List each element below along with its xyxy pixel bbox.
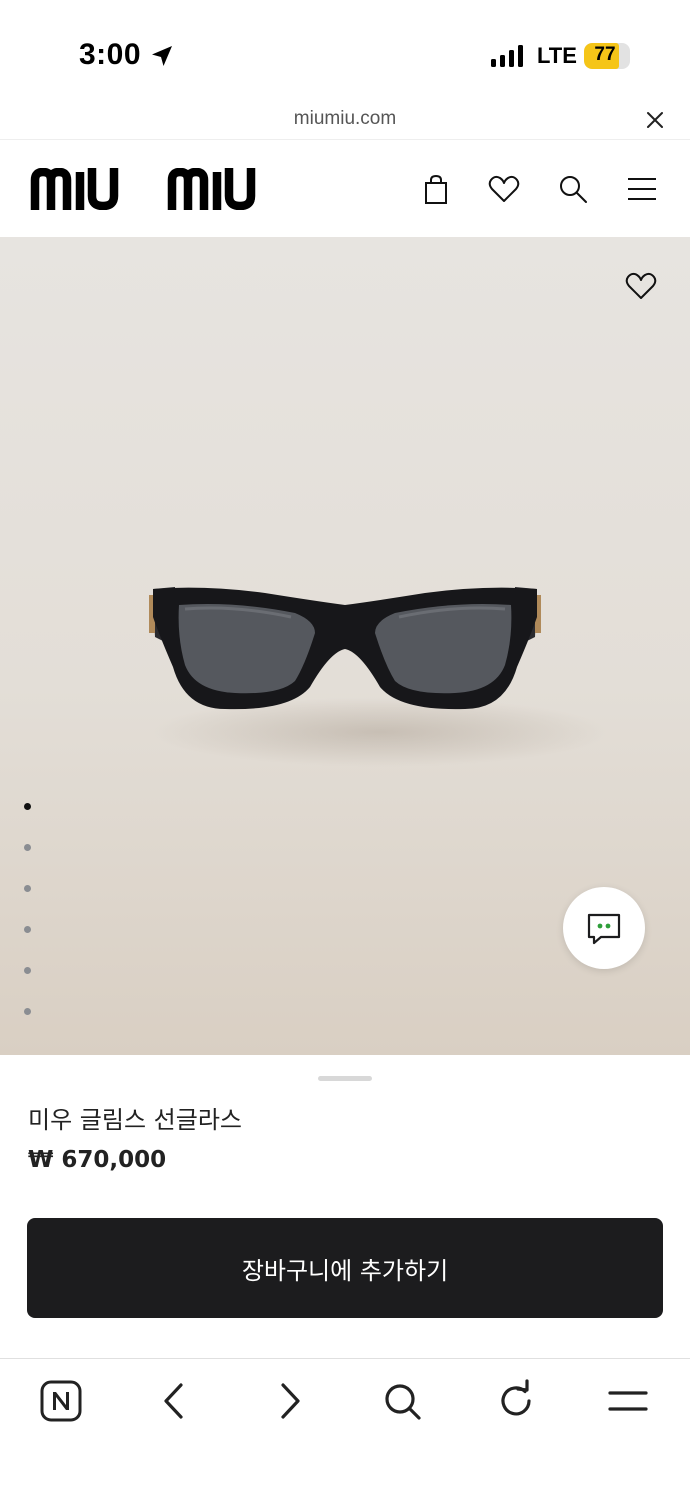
chat-bubble-icon — [587, 913, 621, 945]
add-to-cart-button[interactable]: 장바구니에 추가하기 — [27, 1218, 663, 1318]
chat-button[interactable] — [563, 887, 645, 969]
carousel-dot[interactable] — [24, 844, 31, 851]
carousel-dot[interactable] — [24, 803, 31, 810]
carousel-dot[interactable] — [24, 1008, 31, 1015]
carousel-pagination[interactable] — [24, 803, 38, 1049]
shopping-bag-icon[interactable] — [419, 172, 453, 206]
location-arrow-icon — [152, 46, 172, 66]
product-price: ₩ 670,000 — [28, 1147, 167, 1173]
close-icon[interactable] — [644, 109, 666, 131]
battery-level: 77 — [594, 44, 616, 65]
status-bar: 3:00 LTE 77 — [0, 0, 690, 100]
reload-icon[interactable] — [494, 1379, 538, 1423]
browser-toolbar — [0, 1358, 690, 1500]
search-icon[interactable] — [556, 172, 590, 206]
menu-icon[interactable] — [606, 1379, 650, 1423]
heart-icon[interactable] — [624, 269, 658, 303]
network-type: LTE — [537, 43, 577, 68]
cellular-signal-icon — [491, 45, 523, 67]
sheet-drag-handle[interactable] — [318, 1076, 372, 1081]
sunglasses-image[interactable] — [145, 577, 545, 717]
naver-home-icon[interactable] — [39, 1379, 83, 1423]
search-icon[interactable] — [380, 1379, 424, 1423]
carousel-dot[interactable] — [24, 926, 31, 933]
carousel-dot[interactable] — [24, 967, 31, 974]
url-text[interactable]: miumiu.com — [0, 108, 690, 130]
url-bar[interactable]: miumiu.com — [0, 100, 690, 140]
status-time: 3:00 — [79, 38, 142, 71]
site-header — [0, 141, 690, 237]
product-name: 미우 글림스 선글라스 — [28, 1106, 242, 1134]
back-icon[interactable] — [153, 1379, 197, 1423]
battery-indicator: 77 — [584, 43, 630, 69]
miu-miu-logo[interactable] — [30, 168, 286, 210]
menu-icon[interactable] — [625, 172, 659, 206]
product-image-carousel[interactable] — [0, 237, 690, 1055]
carousel-dot[interactable] — [24, 885, 31, 892]
heart-icon[interactable] — [487, 172, 521, 206]
forward-icon[interactable] — [267, 1379, 311, 1423]
